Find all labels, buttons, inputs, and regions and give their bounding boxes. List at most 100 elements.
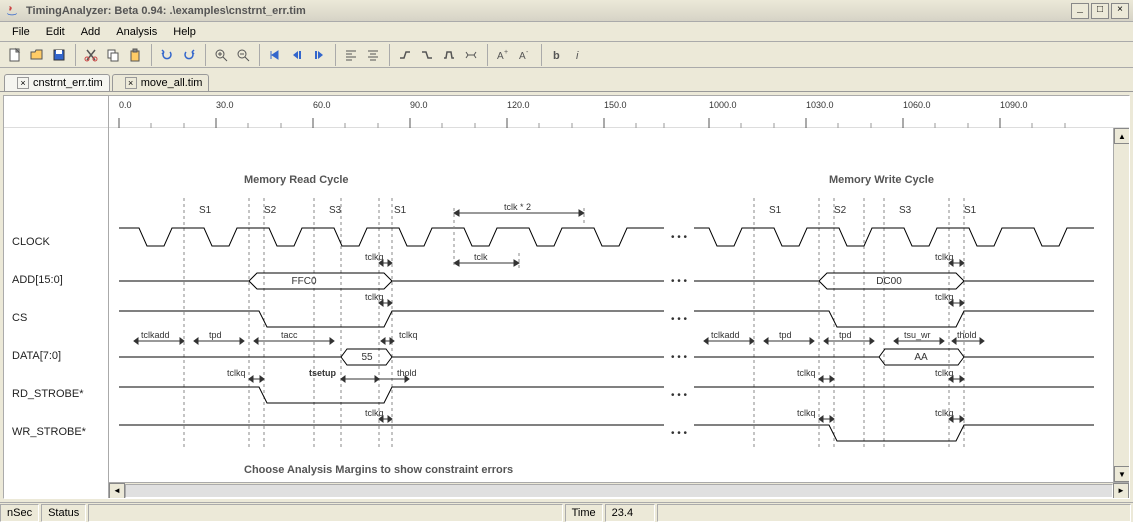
- tab-close-icon[interactable]: ×: [17, 77, 29, 89]
- tab-close-icon[interactable]: ×: [125, 77, 137, 89]
- minimize-button[interactable]: _: [1071, 3, 1089, 19]
- italic-icon[interactable]: i: [568, 44, 590, 66]
- horizontal-scrollbar[interactable]: ◄ ►: [109, 482, 1129, 498]
- svg-text:• • •: • • •: [671, 390, 688, 401]
- align-center-icon[interactable]: [362, 44, 384, 66]
- svg-text:tclkq: tclkq: [365, 292, 384, 302]
- save-icon[interactable]: [48, 44, 70, 66]
- new-icon[interactable]: [4, 44, 26, 66]
- tab-cnstrnt-err[interactable]: × cnstrnt_err.tim: [4, 74, 110, 91]
- maximize-button[interactable]: □: [1091, 3, 1109, 19]
- svg-text:tclkq: tclkq: [365, 252, 384, 262]
- wave-fall-icon[interactable]: [416, 44, 438, 66]
- svg-text:i: i: [576, 50, 579, 62]
- tab-move-all[interactable]: × move_all.tim: [112, 74, 210, 91]
- tab-label: cnstrnt_err.tim: [33, 77, 103, 89]
- svg-text:• • •: • • •: [671, 314, 688, 325]
- redo-icon[interactable]: [178, 44, 200, 66]
- wave-bus-icon[interactable]: [460, 44, 482, 66]
- menu-add[interactable]: Add: [73, 24, 109, 40]
- font-dec-icon[interactable]: A-: [514, 44, 536, 66]
- svg-text:tclkq: tclkq: [935, 292, 954, 302]
- signal-add[interactable]: ADD[15:0]: [12, 274, 63, 286]
- svg-text:1060.0: 1060.0: [903, 100, 931, 110]
- menu-analysis[interactable]: Analysis: [108, 24, 165, 40]
- scroll-left-icon[interactable]: ◄: [109, 483, 125, 499]
- svg-text:S1: S1: [964, 205, 977, 216]
- wave-rise-icon[interactable]: [394, 44, 416, 66]
- svg-text:FFC0: FFC0: [292, 276, 317, 287]
- wave-pulse-icon[interactable]: [438, 44, 460, 66]
- svg-text:S3: S3: [329, 205, 342, 216]
- cut-icon[interactable]: [80, 44, 102, 66]
- goto-start-icon[interactable]: [264, 44, 286, 66]
- status-time-value: 23.4: [605, 504, 655, 522]
- svg-text:S2: S2: [834, 205, 847, 216]
- zoom-out-icon[interactable]: [232, 44, 254, 66]
- step-back-icon[interactable]: [286, 44, 308, 66]
- status-message: [88, 504, 562, 522]
- waveform-canvas[interactable]: Memory Read Cycle Memory Write Cycle Cho…: [109, 128, 1129, 498]
- svg-text:tpd: tpd: [779, 330, 792, 340]
- svg-text:tclkq: tclkq: [365, 408, 384, 418]
- svg-text:• • •: • • •: [671, 428, 688, 439]
- svg-text:tpd: tpd: [209, 330, 222, 340]
- copy-icon[interactable]: [102, 44, 124, 66]
- close-button[interactable]: ×: [1111, 3, 1129, 19]
- paste-icon[interactable]: [124, 44, 146, 66]
- scroll-right-icon[interactable]: ►: [1113, 483, 1129, 499]
- svg-text:tclkq: tclkq: [935, 368, 954, 378]
- menu-file[interactable]: File: [4, 24, 38, 40]
- svg-text:tclkq: tclkq: [399, 330, 418, 340]
- svg-text:30.0: 30.0: [216, 100, 234, 110]
- signal-cs[interactable]: CS: [12, 312, 27, 324]
- signal-rdstrobe[interactable]: RD_STROBE*: [12, 388, 84, 400]
- svg-text:150.0: 150.0: [604, 100, 627, 110]
- svg-text:tclkadd: tclkadd: [141, 330, 170, 340]
- status-unit: nSec: [0, 504, 39, 522]
- svg-text:DC00: DC00: [876, 276, 902, 287]
- svg-text:1030.0: 1030.0: [806, 100, 834, 110]
- font-inc-icon[interactable]: A+: [492, 44, 514, 66]
- svg-text:tclkq: tclkq: [797, 408, 816, 418]
- undo-icon[interactable]: [156, 44, 178, 66]
- svg-text:Memory Read Cycle: Memory Read Cycle: [244, 174, 349, 186]
- main-panel: CLOCK ADD[15:0] CS DATA[7:0] RD_STROBE* …: [3, 95, 1130, 499]
- scroll-up-icon[interactable]: ▲: [1114, 128, 1129, 144]
- step-fwd-icon[interactable]: [308, 44, 330, 66]
- svg-text:1090.0: 1090.0: [1000, 100, 1028, 110]
- svg-text:120.0: 120.0: [507, 100, 530, 110]
- svg-text:S3: S3: [899, 205, 912, 216]
- svg-text:Memory Write Cycle: Memory Write Cycle: [829, 174, 934, 186]
- signal-wrstrobe[interactable]: WR_STROBE*: [12, 426, 86, 438]
- scroll-track[interactable]: [125, 484, 1113, 498]
- signal-data[interactable]: DATA[7:0]: [12, 350, 61, 362]
- bold-icon[interactable]: b: [546, 44, 568, 66]
- svg-text:tacc: tacc: [281, 330, 298, 340]
- zoom-in-icon[interactable]: [210, 44, 232, 66]
- svg-text:Choose Analysis Margins to sho: Choose Analysis Margins to show constrai…: [244, 464, 513, 476]
- svg-text:S1: S1: [769, 205, 782, 216]
- align-left-icon[interactable]: [340, 44, 362, 66]
- svg-text:• • •: • • •: [671, 352, 688, 363]
- svg-text:-: -: [526, 49, 529, 56]
- java-icon: [4, 3, 20, 19]
- open-icon[interactable]: [26, 44, 48, 66]
- svg-text:thold: thold: [397, 368, 417, 378]
- signal-names-panel: CLOCK ADD[15:0] CS DATA[7:0] RD_STROBE* …: [4, 96, 109, 498]
- svg-text:tsetup: tsetup: [309, 368, 337, 378]
- vertical-scrollbar[interactable]: ▲ ▼: [1113, 128, 1129, 482]
- svg-text:60.0: 60.0: [313, 100, 331, 110]
- svg-text:• • •: • • •: [671, 276, 688, 287]
- svg-text:A: A: [519, 51, 526, 62]
- waveform-area[interactable]: 0.0 30.0 60.0 90.0 120.0 150.0: [109, 96, 1129, 498]
- svg-text:tclkq: tclkq: [935, 252, 954, 262]
- signal-clock[interactable]: CLOCK: [12, 236, 50, 248]
- scroll-down-icon[interactable]: ▼: [1114, 466, 1129, 482]
- svg-text:tclkq: tclkq: [935, 408, 954, 418]
- status-label: Status: [41, 504, 86, 522]
- svg-text:AA: AA: [914, 352, 928, 363]
- menu-edit[interactable]: Edit: [38, 24, 73, 40]
- menu-help[interactable]: Help: [165, 24, 204, 40]
- toolbar: A+ A- b i: [0, 42, 1133, 68]
